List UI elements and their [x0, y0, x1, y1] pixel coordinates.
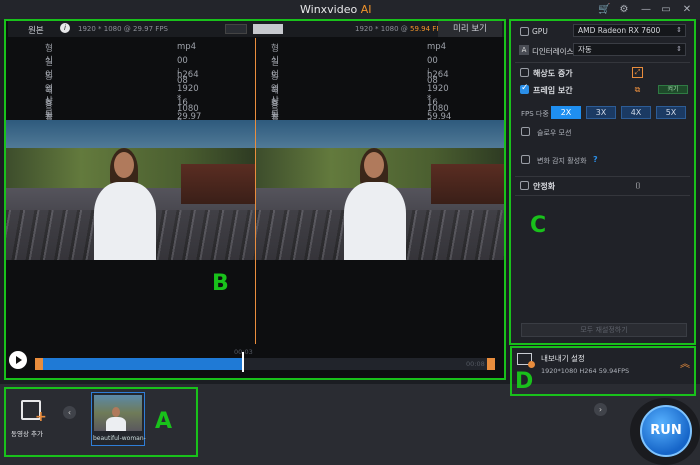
annotation-label-c: C [530, 213, 547, 238]
annotation-label-a: A [155, 409, 173, 434]
annotation-zone-d [510, 346, 696, 396]
scroll-right-button[interactable]: › [594, 403, 607, 416]
minimize-icon[interactable]: — [640, 4, 652, 16]
app-title-ai: AI [357, 3, 372, 16]
run-button[interactable]: RUN [640, 405, 692, 457]
gear-icon[interactable]: ⚙ [618, 4, 630, 16]
annotation-label-d: D [515, 369, 534, 394]
maximize-icon[interactable]: ▭ [660, 4, 672, 16]
close-icon[interactable]: ✕ [681, 4, 693, 16]
annotation-zone-b [4, 19, 506, 380]
annotation-zone-c [509, 19, 696, 345]
cart-icon[interactable]: 🛒 [598, 4, 610, 16]
app-title-main: Winxvideo [300, 3, 358, 16]
app-title: Winxvideo AI [300, 3, 371, 16]
annotation-label-b: B [212, 271, 229, 296]
